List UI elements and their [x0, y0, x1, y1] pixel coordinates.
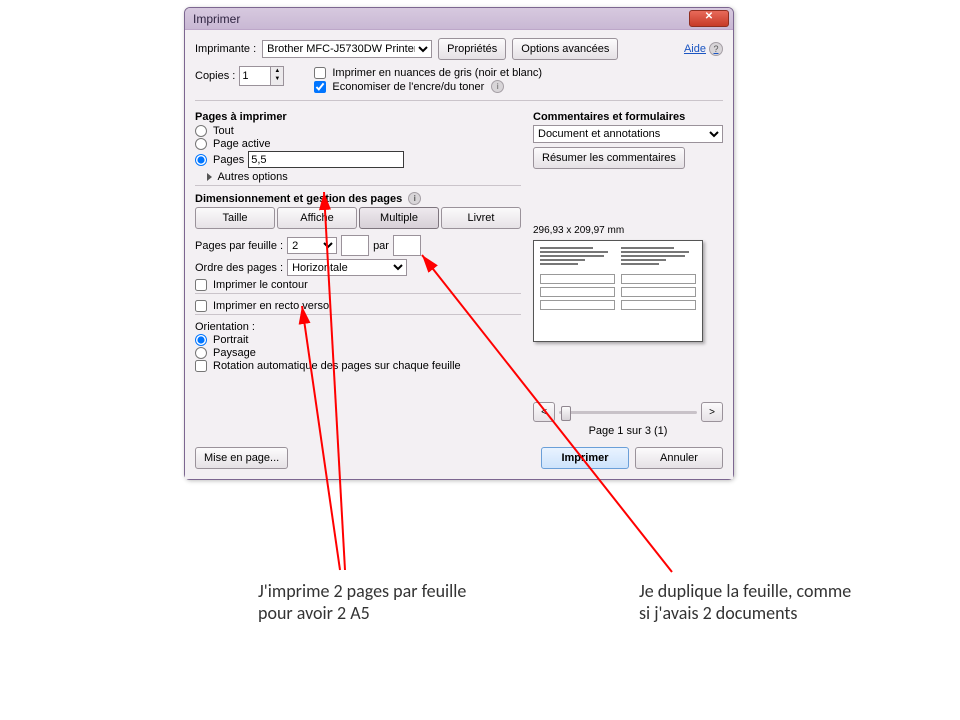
current-page-radio[interactable]	[195, 138, 207, 150]
print-button[interactable]: Imprimer	[541, 447, 629, 469]
other-options-toggle[interactable]: Autres options	[217, 171, 287, 183]
pages-input[interactable]	[248, 151, 404, 168]
landscape-radio[interactable]	[195, 347, 207, 359]
titlebar: Imprimer ✕	[185, 8, 733, 30]
chevron-left-icon: <	[541, 407, 547, 418]
slider-thumb[interactable]	[561, 406, 571, 421]
pages-per-sheet-label: Pages par feuille :	[195, 240, 283, 252]
orientation-title: Orientation :	[195, 321, 521, 333]
tab-booklet[interactable]: Livret	[441, 207, 521, 229]
info-icon: i	[408, 192, 421, 205]
grayscale-label: Imprimer en nuances de gris (noir et bla…	[332, 67, 542, 79]
page-order-label: Ordre des pages :	[195, 262, 283, 274]
help-link[interactable]: Aide ?	[684, 42, 723, 56]
save-ink-checkbox[interactable]	[314, 81, 326, 93]
sizing-tabs: Taille Affiche Multiple Livret	[195, 207, 521, 229]
tab-size[interactable]: Taille	[195, 207, 275, 229]
print-border-checkbox[interactable]	[195, 279, 207, 291]
pages-radio[interactable]	[195, 154, 207, 166]
properties-button[interactable]: Propriétés	[438, 38, 506, 60]
annotation-right: Je duplique la feuille, comme si j'avais…	[639, 580, 859, 624]
summarize-comments-button[interactable]: Résumer les commentaires	[533, 147, 685, 169]
printer-label: Imprimante :	[195, 43, 256, 55]
spinner-arrows-icon[interactable]: ▲▼	[271, 66, 284, 86]
print-dialog: Imprimer ✕ Imprimante : Brother MFC-J573…	[184, 7, 734, 480]
cancel-button[interactable]: Annuler	[635, 447, 723, 469]
comments-mode-select[interactable]: Document et annotations	[533, 125, 723, 143]
chevron-right-icon: >	[709, 407, 715, 418]
printer-select[interactable]: Brother MFC-J5730DW Printer	[262, 40, 432, 58]
duplex-checkbox[interactable]	[195, 300, 207, 312]
copies-spinner[interactable]: ▲▼	[239, 66, 284, 86]
paper-dims: 296,93 x 209,97 mm	[533, 225, 723, 236]
grayscale-checkbox[interactable]	[314, 67, 326, 79]
copies-input[interactable]	[239, 66, 271, 86]
help-icon: ?	[709, 42, 723, 56]
close-icon: ✕	[705, 11, 713, 22]
advanced-options-button[interactable]: Options avancées	[512, 38, 618, 60]
close-button[interactable]: ✕	[689, 10, 729, 27]
preview-zoom-slider[interactable]	[559, 411, 697, 414]
preview-nav-status: Page 1 sur 3 (1)	[533, 425, 723, 437]
print-preview	[533, 240, 703, 342]
window-title: Imprimer	[193, 12, 240, 26]
page-setup-button[interactable]: Mise en page...	[195, 447, 288, 469]
copies-label: Copies :	[195, 70, 235, 82]
pages-per-sheet-select[interactable]: 2	[287, 237, 337, 254]
autorotate-checkbox[interactable]	[195, 360, 207, 372]
tab-multiple[interactable]: Multiple	[359, 207, 439, 229]
sizing-section-title: Dimensionnement et gestion des pages	[195, 193, 402, 205]
portrait-radio[interactable]	[195, 334, 207, 346]
tab-poster[interactable]: Affiche	[277, 207, 357, 229]
save-ink-label: Economiser de l'encre/du toner	[332, 81, 484, 93]
preview-prev-button[interactable]: <	[533, 402, 555, 422]
pages-section-title: Pages à imprimer	[195, 111, 521, 123]
comments-section-title: Commentaires et formulaires	[533, 111, 723, 123]
annotation-left: J'imprime 2 pages par feuille pour avoir…	[258, 580, 478, 624]
custom-rows-input[interactable]	[393, 235, 421, 256]
by-label: par	[373, 240, 389, 252]
preview-next-button[interactable]: >	[701, 402, 723, 422]
page-order-select[interactable]: Horizontale	[287, 259, 407, 276]
custom-cols-input[interactable]	[341, 235, 369, 256]
disclosure-triangle-icon[interactable]	[207, 173, 212, 181]
info-icon: i	[491, 80, 504, 93]
all-pages-radio[interactable]	[195, 125, 207, 137]
